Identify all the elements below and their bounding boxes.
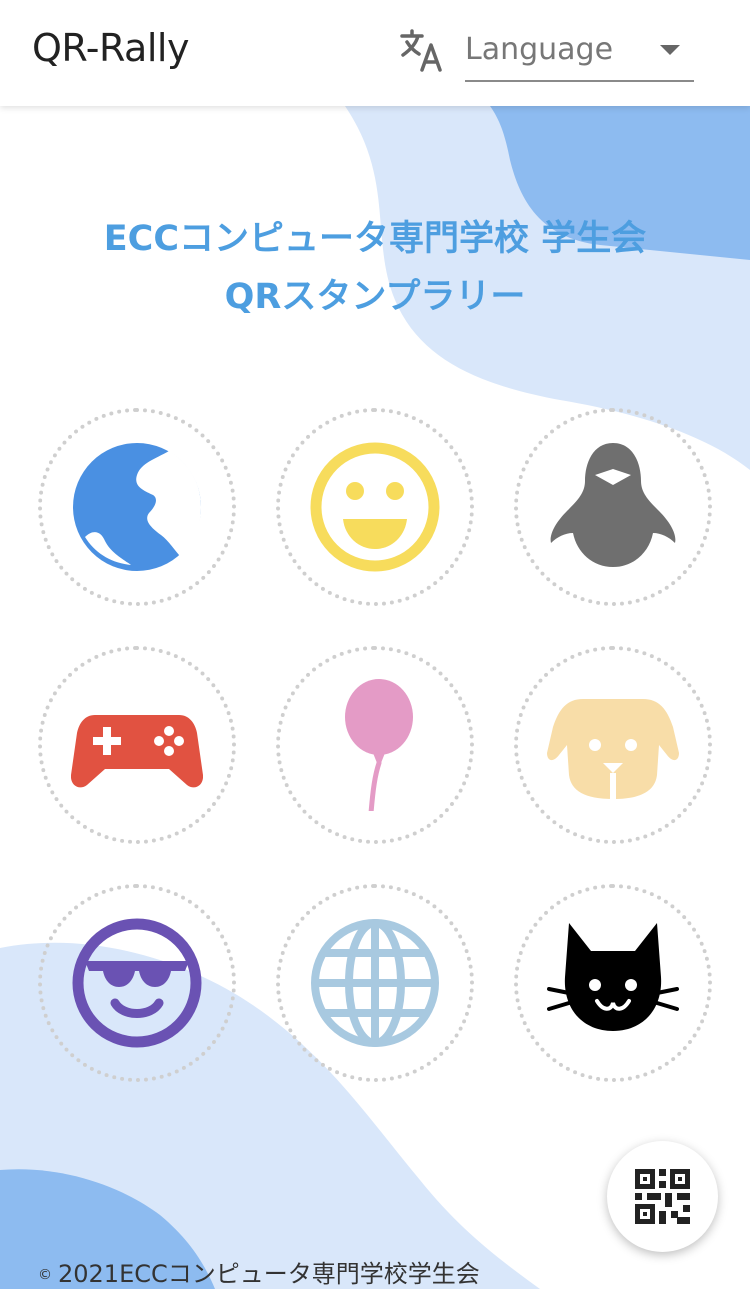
- stamp-penguin[interactable]: [514, 408, 712, 606]
- penguin-icon: [550, 443, 676, 567]
- language-select[interactable]: Language: [465, 24, 694, 82]
- earth-icon: [73, 443, 201, 571]
- stamp-smiley-face[interactable]: [276, 408, 474, 606]
- qr-scan-button[interactable]: [607, 1141, 718, 1252]
- stamp-globe[interactable]: [276, 884, 474, 1082]
- footer-copyright: © 2021ECCコンピュータ専門学校学生会: [38, 1254, 480, 1289]
- sunglasses-face-icon: [72, 918, 202, 1048]
- page-heading: ECCコンピュータ専門学校 学生会 QRスタンプラリー: [0, 210, 750, 326]
- app-bar: QR-Rally Language: [0, 0, 750, 106]
- stamp-earth[interactable]: [38, 408, 236, 606]
- copyright-symbol: ©: [38, 1267, 52, 1283]
- balloon-icon: [345, 679, 413, 811]
- stamp-balloon[interactable]: [276, 646, 474, 844]
- stamp-dog[interactable]: [514, 646, 712, 844]
- stamp-gamepad[interactable]: [38, 646, 236, 844]
- heading-line-2: QRスタンプラリー: [224, 277, 526, 317]
- smiley-face-icon: [310, 442, 440, 572]
- translate-icon: [400, 29, 442, 72]
- globe-icon: [311, 919, 439, 1047]
- gamepad-icon: [71, 715, 203, 788]
- qr-code-icon: [635, 1169, 690, 1224]
- stamp-cat[interactable]: [514, 884, 712, 1082]
- cat-icon: [547, 923, 679, 1031]
- footer-text: 2021ECCコンピュータ専門学校学生会: [58, 1260, 480, 1288]
- language-select-label: Language: [465, 32, 614, 67]
- background-waves: [0, 106, 750, 1289]
- app-title: QR-Rally: [32, 26, 189, 70]
- stamp-sunglasses-face[interactable]: [38, 884, 236, 1082]
- dog-icon: [547, 699, 679, 799]
- chevron-down-icon: [660, 45, 680, 55]
- heading-line-1: ECCコンピュータ専門学校 学生会: [103, 219, 647, 259]
